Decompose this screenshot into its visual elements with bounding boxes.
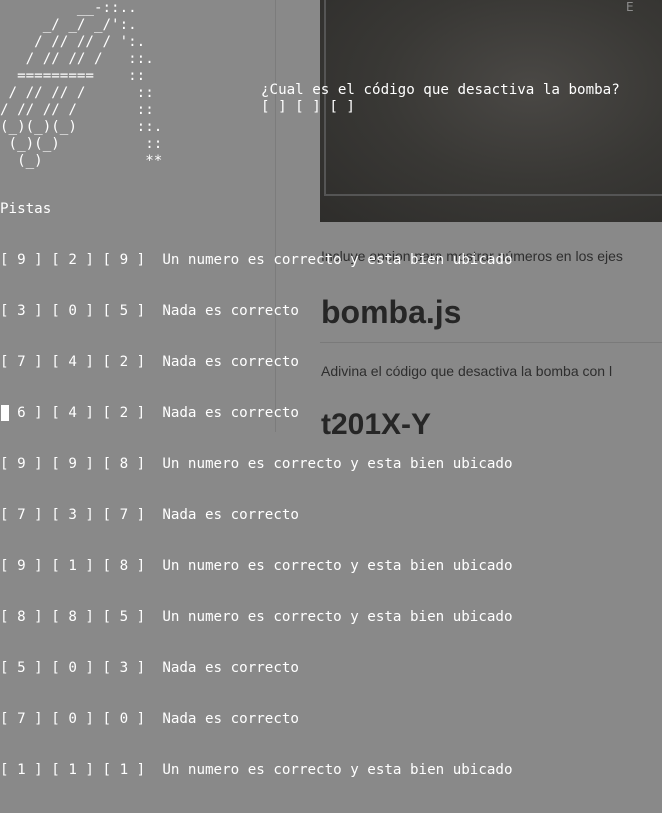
hint-message: Un numero es correcto y esta bien ubicad… xyxy=(162,762,513,778)
hint-digits: [ 5 ] [ 0 ] [ 3 ] xyxy=(0,660,146,676)
hint-message: Nada es correcto xyxy=(162,405,299,421)
hint-message: Un numero es correcto y esta bien ubicad… xyxy=(162,456,513,472)
hint-row: [ 9 ] [ 9 ] [ 8 ] Un numero es correcto … xyxy=(0,456,513,473)
hint-row: [ 7 ] [ 0 ] [ 0 ] Nada es correcto xyxy=(0,711,513,728)
bomb-ascii-art: __-::.. _/ _/ _/':. / // // / ':. / // /… xyxy=(0,0,163,169)
hint-digits: [ 3 ] [ 0 ] [ 5 ] xyxy=(0,303,146,319)
hint-message: Nada es correcto xyxy=(162,660,299,676)
hint-row: [ 8 ] [ 8 ] [ 5 ] Un numero es correcto … xyxy=(0,609,513,626)
hint-message: Nada es correcto xyxy=(162,354,299,370)
hint-message: Un numero es correcto y esta bien ubicad… xyxy=(162,558,513,574)
hint-row: [ 9 ] [ 1 ] [ 8 ] Un numero es correcto … xyxy=(0,558,513,575)
hint-message: Nada es correcto xyxy=(162,507,299,523)
hint-row: [ 7 ] [ 4 ] [ 2 ] Nada es correcto xyxy=(0,354,513,371)
hints-heading: Pistas xyxy=(0,201,52,217)
hints-list: [ 9 ] [ 2 ] [ 9 ] Un numero es correcto … xyxy=(0,218,513,813)
hint-row: [ 9 ] [ 2 ] [ 9 ] Un numero es correcto … xyxy=(0,252,513,269)
hint-digits: [ 9 ] [ 2 ] [ 9 ] xyxy=(0,252,146,268)
game-terminal: __-::.. _/ _/ _/':. / // // / ':. / // /… xyxy=(0,0,662,778)
hint-digits: [ 8 ] [ 8 ] [ 5 ] xyxy=(0,609,146,625)
hint-message: Nada es correcto xyxy=(162,711,299,727)
hint-row: [ 5 ] [ 0 ] [ 3 ] Nada es correcto xyxy=(0,660,513,677)
question-prompt: ¿Cual es el código que desactiva la bomb… xyxy=(261,82,620,98)
hint-row: [ 7 ] [ 3 ] [ 7 ] Nada es correcto xyxy=(0,507,513,524)
hint-digits: [ 9 ] [ 9 ] [ 8 ] xyxy=(0,456,146,472)
hint-digits: [ 9 ] [ 1 ] [ 8 ] xyxy=(0,558,146,574)
terminal-cursor[interactable] xyxy=(1,405,9,421)
hint-digits: [ 6 ] [ 4 ] [ 2 ] xyxy=(0,405,146,421)
hint-row: [ 1 ] [ 1 ] [ 1 ] Un numero es correcto … xyxy=(0,762,513,779)
hint-row: [ 6 ] [ 4 ] [ 2 ] Nada es correcto xyxy=(0,405,513,422)
hint-digits: [ 7 ] [ 4 ] [ 2 ] xyxy=(0,354,146,370)
hint-digits: [ 7 ] [ 0 ] [ 0 ] xyxy=(0,711,146,727)
hint-message: Un numero es correcto y esta bien ubicad… xyxy=(162,609,513,625)
hint-row: [ 3 ] [ 0 ] [ 5 ] Nada es correcto xyxy=(0,303,513,320)
code-input-slots[interactable]: [ ] [ ] [ ] xyxy=(261,99,355,116)
hint-message: Un numero es correcto y esta bien ubicad… xyxy=(162,252,513,268)
hint-digits: [ 1 ] [ 1 ] [ 1 ] xyxy=(0,762,146,778)
hint-digits: [ 7 ] [ 3 ] [ 7 ] xyxy=(0,507,146,523)
hint-message: Nada es correcto xyxy=(162,303,299,319)
